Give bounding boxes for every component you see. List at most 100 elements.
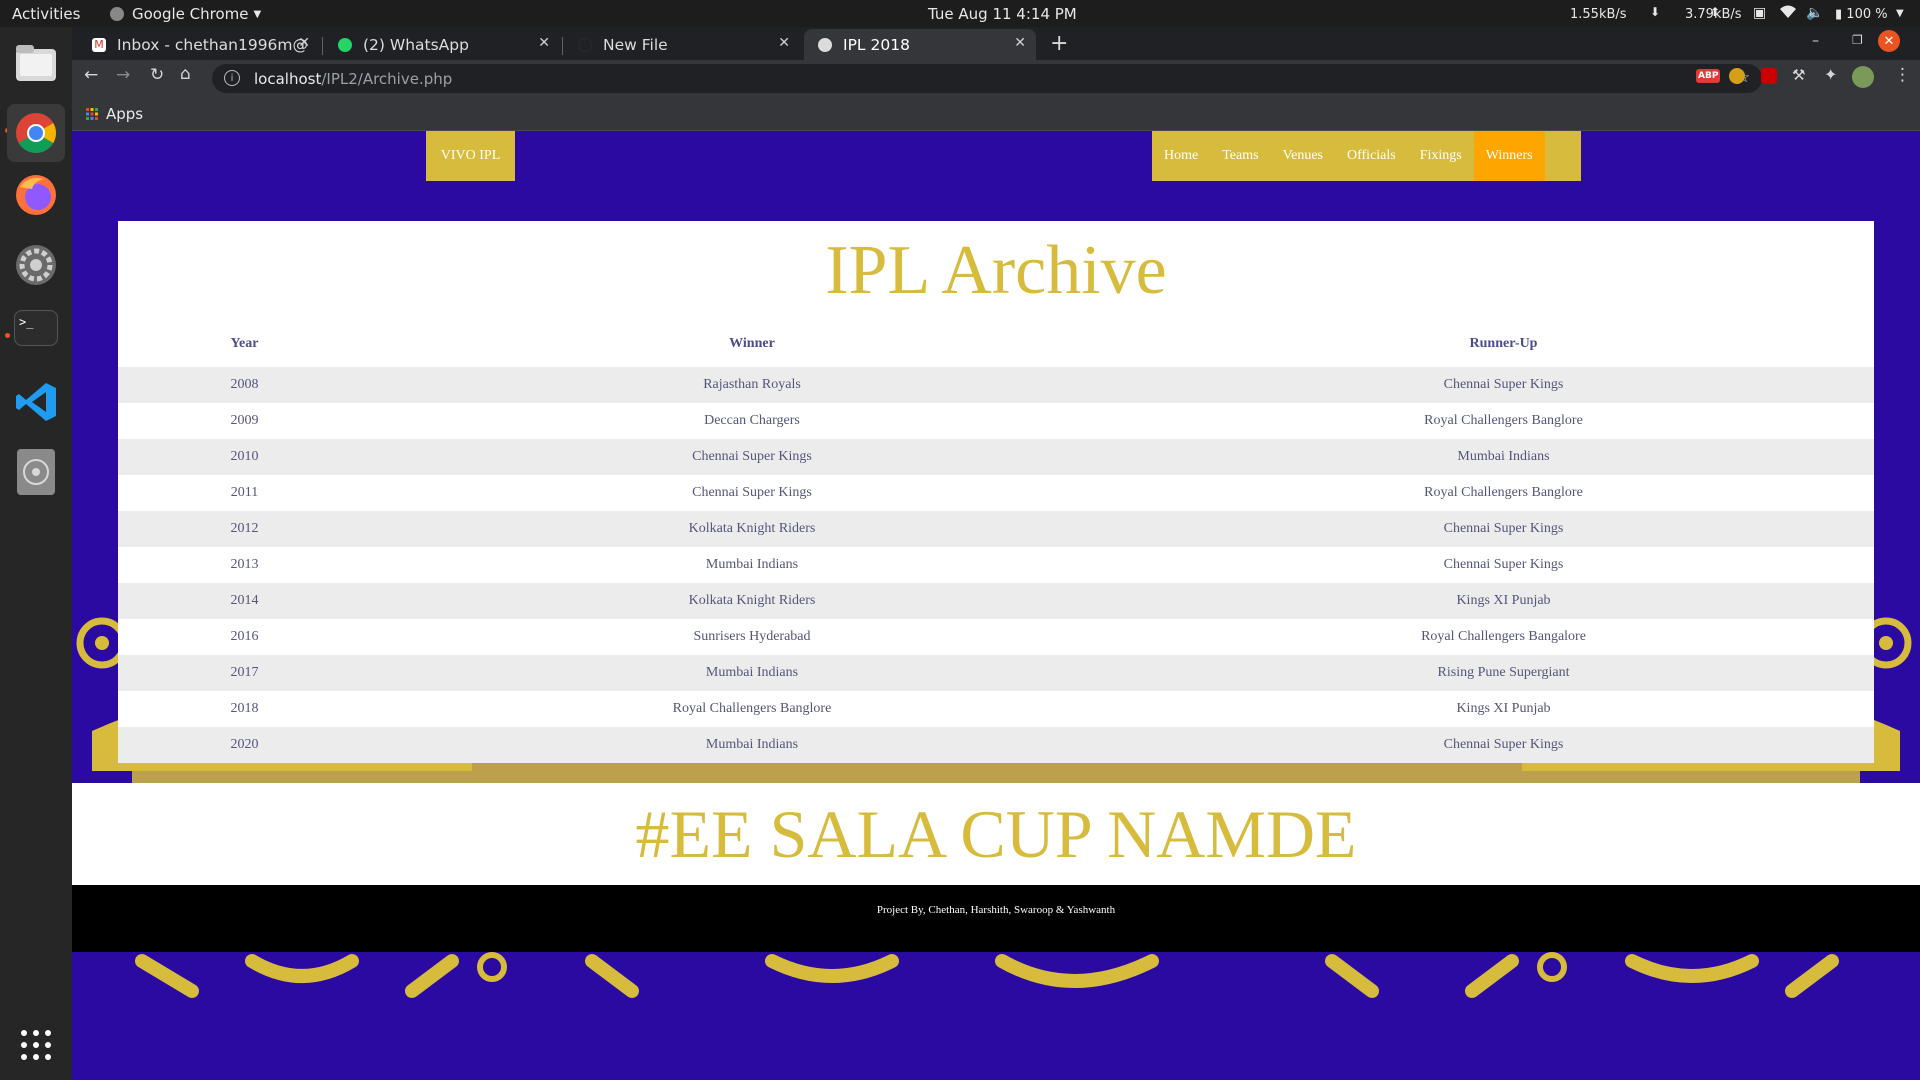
tab-whatsapp[interactable]: (2) WhatsApp ✕ — [324, 29, 560, 60]
cookie-icon[interactable] — [1729, 68, 1745, 84]
runner-up-cell: Royal Challengers Banglore — [1424, 413, 1583, 428]
adblock-icon[interactable]: ABP — [1696, 69, 1721, 83]
column-header-runner-up: Runner-Up — [1469, 336, 1538, 351]
tab-ipl-2018[interactable]: IPL 2018 ✕ — [804, 29, 1036, 60]
tab-title: (2) WhatsApp — [363, 35, 469, 54]
runner-up-cell: Kings XI Punjab — [1456, 593, 1551, 608]
forward-button[interactable]: → — [116, 65, 130, 85]
close-tab-icon[interactable]: ✕ — [1014, 35, 1026, 51]
runner-up-cell: Rising Pune Supergiant — [1437, 665, 1570, 680]
restore-button[interactable]: ❐ — [1852, 33, 1863, 47]
close-tab-icon[interactable]: ✕ — [298, 35, 310, 51]
year-cell: 2009 — [230, 413, 259, 428]
nav-fixings[interactable]: Fixings — [1408, 131, 1474, 181]
close-window-button[interactable]: ✕ — [1878, 30, 1900, 52]
battery-indicator[interactable]: ▮ 100 % — [1835, 7, 1888, 22]
nav-venues[interactable]: Venues — [1271, 131, 1335, 181]
apps-bookmark[interactable]: Apps — [86, 105, 143, 123]
winner-cell: Mumbai Indians — [705, 665, 799, 680]
app-menu-label: Google Chrome — [132, 5, 249, 23]
nav-officials[interactable]: Officials — [1335, 131, 1408, 181]
files-icon[interactable] — [13, 40, 59, 86]
runner-up-cell: Royal Challengers Banglore — [1424, 485, 1583, 500]
winner-cell: Royal Challengers Banglore — [672, 701, 832, 716]
table-row: 2013 Mumbai Indians Chennai Super Kings — [118, 547, 1874, 583]
extensions-puzzle-icon[interactable]: ✦ — [1824, 65, 1837, 84]
winner-cell: Chennai Super Kings — [692, 485, 812, 500]
runner-up-cell: Chennai Super Kings — [1443, 557, 1564, 572]
globe-icon — [818, 37, 832, 52]
nav-winners[interactable]: Winners — [1473, 131, 1545, 181]
winner-cell: Kolkata Knight Riders — [688, 521, 816, 536]
settings-icon[interactable] — [13, 242, 59, 288]
winner-cell: Rajasthan Royals — [703, 377, 801, 392]
page-title: IPL Archive — [825, 232, 1167, 309]
brand-logo[interactable]: VIVO IPL — [426, 131, 515, 181]
tab-separator — [562, 37, 563, 55]
footer: Project By, Chethan, Harshith, Swaroop &… — [72, 885, 1920, 952]
runner-up-cell: Chennai Super Kings — [1443, 521, 1564, 536]
year-cell: 2008 — [230, 377, 259, 392]
year-cell: 2012 — [230, 521, 259, 536]
info-icon[interactable]: i — [224, 70, 240, 86]
extension-icon[interactable] — [1761, 68, 1777, 84]
activities-button[interactable]: Activities — [12, 5, 80, 23]
nav-home[interactable]: Home — [1152, 131, 1210, 181]
tab-strip: M Inbox - chethan1996m@ ✕ (2) WhatsApp ✕… — [72, 27, 1920, 60]
apps-label: Apps — [106, 105, 144, 123]
tab-inbox[interactable]: M Inbox - chethan1996m@ ✕ — [78, 29, 320, 60]
table-row: 2018 Royal Challengers Banglore Kings XI P… — [118, 691, 1874, 727]
close-tab-icon[interactable]: ✕ — [538, 35, 550, 51]
system-top-bar: Activities Google Chrome ▼ Tue Aug 11 4:… — [0, 0, 1920, 27]
new-tab-button[interactable]: + — [1050, 31, 1068, 56]
runner-up-cell: Chennai Super Kings — [1443, 737, 1564, 752]
vscode-icon[interactable] — [13, 379, 59, 425]
net-down-speed: 1.55kB/s — [1570, 7, 1627, 22]
year-cell: 2013 — [230, 557, 259, 572]
system-menu-caret-icon[interactable]: ▼ — [1896, 8, 1904, 19]
app-menu[interactable]: Google Chrome ▼ — [110, 5, 261, 23]
year-cell: 2016 — [230, 629, 259, 644]
screen-icon[interactable]: ▣ — [1753, 5, 1766, 21]
year-cell: 2010 — [230, 449, 259, 464]
table-header-row: Year Winner Runner-Up — [118, 321, 1874, 367]
table-row: 2020 Mumbai Indians Chennai Super Kings — [118, 727, 1874, 763]
firefox-icon[interactable] — [13, 172, 59, 218]
browser-window: M Inbox - chethan1996m@ ✕ (2) WhatsApp ✕… — [72, 27, 1920, 131]
close-tab-icon[interactable]: ✕ — [778, 35, 790, 51]
winner-cell: Chennai Super Kings — [692, 449, 812, 464]
home-button[interactable]: ⌂ — [180, 64, 191, 84]
nav-teams[interactable]: Teams — [1210, 131, 1270, 181]
bookmarks-bar: Apps — [72, 97, 1920, 131]
footer-credits: Project By, Chethan, Harshith, Swaroop &… — [876, 904, 1116, 916]
gmail-icon: M — [92, 37, 106, 52]
page-viewport: VIVO IPL Home Teams Venues Officials Fix… — [72, 131, 1920, 1080]
wrench-icon[interactable]: ⚒ — [1792, 66, 1805, 84]
tab-separator — [322, 37, 323, 55]
disk-utility-icon[interactable] — [17, 449, 55, 495]
chrome-icon[interactable] — [7, 104, 65, 162]
reload-button[interactable]: ↻ — [150, 65, 164, 85]
tab-new-file[interactable]: New File ✕ — [564, 29, 800, 60]
clock[interactable]: Tue Aug 11 4:14 PM — [928, 5, 1077, 23]
table-row: 2008 Rajasthan Royals Chennai Super Kings — [118, 367, 1874, 403]
table-row: 2010 Chennai Super Kings Mumbai Indians — [118, 439, 1874, 475]
back-button[interactable]: ← — [84, 65, 98, 85]
url-path: /IPL2/Archive.php — [321, 69, 453, 88]
runner-up-cell: Royal Challengers Bangalore — [1421, 629, 1586, 644]
show-applications-icon[interactable] — [16, 1025, 56, 1065]
menu-dots-icon[interactable]: ⋮ — [1894, 65, 1911, 85]
winner-cell: Mumbai Indians — [705, 737, 799, 752]
year-cell: 2014 — [230, 593, 259, 608]
tab-title: New File — [603, 35, 668, 54]
address-bar[interactable]: i localhost/IPL2/Archive.php ☆ — [212, 64, 1762, 93]
volume-icon[interactable]: 🔈 — [1806, 5, 1823, 21]
table-row: 2009 Deccan Chargers Royal Challengers Ban… — [118, 403, 1874, 439]
wifi-icon[interactable] — [1780, 5, 1796, 23]
minimize-button[interactable]: – — [1812, 33, 1819, 49]
profile-avatar[interactable] — [1852, 66, 1874, 88]
table-row: 2012 Kolkata Knight Riders Chennai Super K… — [118, 511, 1874, 547]
terminal-icon[interactable]: >_ — [14, 310, 58, 346]
github-icon — [578, 37, 592, 52]
year-cell: 2017 — [230, 665, 259, 680]
